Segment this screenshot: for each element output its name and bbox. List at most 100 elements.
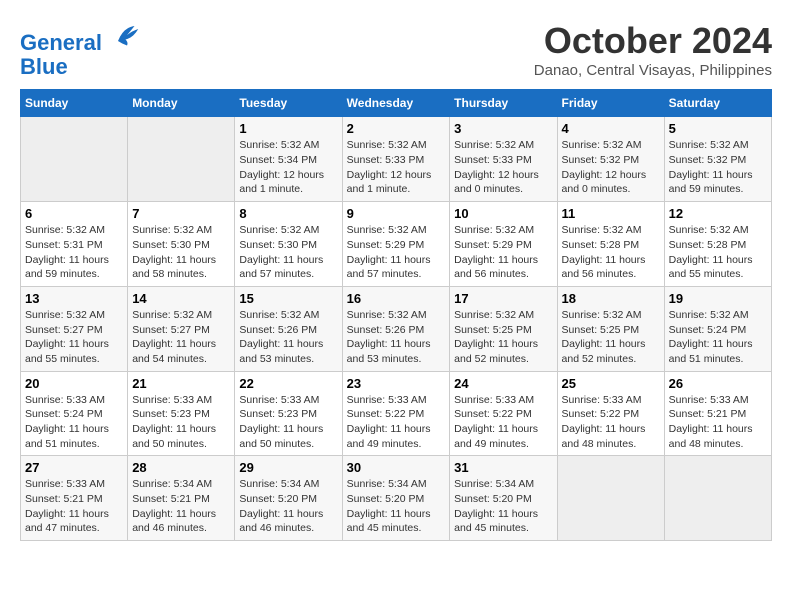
weekday-header-row: SundayMondayTuesdayWednesdayThursdayFrid… [21, 90, 772, 117]
calendar-cell: 15 Sunrise: 5:32 AM Sunset: 5:26 PM Dayli… [235, 286, 342, 371]
day-info: Sunrise: 5:32 AM Sunset: 5:31 PM Dayligh… [25, 223, 123, 282]
day-info: Sunrise: 5:32 AM Sunset: 5:29 PM Dayligh… [454, 223, 552, 282]
calendar-cell: 6 Sunrise: 5:32 AM Sunset: 5:31 PM Daylig… [21, 202, 128, 287]
day-number: 8 [239, 206, 337, 221]
day-number: 6 [25, 206, 123, 221]
day-number: 2 [347, 121, 446, 136]
day-number: 22 [239, 376, 337, 391]
day-info: Sunrise: 5:34 AM Sunset: 5:20 PM Dayligh… [454, 477, 552, 536]
day-number: 25 [562, 376, 660, 391]
calendar-cell [21, 117, 128, 202]
day-number: 1 [239, 121, 337, 136]
day-number: 4 [562, 121, 660, 136]
day-info: Sunrise: 5:33 AM Sunset: 5:22 PM Dayligh… [562, 393, 660, 452]
logo-blue: Blue [20, 55, 142, 79]
day-number: 9 [347, 206, 446, 221]
calendar-cell: 29 Sunrise: 5:34 AM Sunset: 5:20 PM Dayli… [235, 456, 342, 541]
day-number: 26 [669, 376, 767, 391]
weekday-header: Tuesday [235, 90, 342, 117]
page-header: General Blue October 2024 Danao, Central… [20, 20, 772, 79]
day-number: 23 [347, 376, 446, 391]
calendar-cell: 4 Sunrise: 5:32 AM Sunset: 5:32 PM Daylig… [557, 117, 664, 202]
day-info: Sunrise: 5:32 AM Sunset: 5:28 PM Dayligh… [562, 223, 660, 282]
day-number: 27 [25, 460, 123, 475]
calendar-cell: 20Sunrise: 5:33 AM Sunset: 5:24 PM Dayli… [21, 371, 128, 456]
day-info: Sunrise: 5:32 AM Sunset: 5:33 PM Dayligh… [347, 138, 446, 197]
day-info: Sunrise: 5:32 AM Sunset: 5:29 PM Dayligh… [347, 223, 446, 282]
calendar-cell: 10 Sunrise: 5:32 AM Sunset: 5:29 PM Dayli… [450, 202, 557, 287]
calendar-cell: 13 Sunrise: 5:32 AM Sunset: 5:27 PM Dayli… [21, 286, 128, 371]
day-number: 15 [239, 291, 337, 306]
day-number: 5 [669, 121, 767, 136]
calendar-cell: 17Sunrise: 5:32 AM Sunset: 5:25 PM Dayli… [450, 286, 557, 371]
day-number: 13 [25, 291, 123, 306]
calendar-cell: 1Sunrise: 5:32 AM Sunset: 5:34 PM Daylig… [235, 117, 342, 202]
calendar-cell: 30Sunrise: 5:34 AM Sunset: 5:20 PM Dayli… [342, 456, 450, 541]
day-info: Sunrise: 5:33 AM Sunset: 5:22 PM Dayligh… [347, 393, 446, 452]
day-info: Sunrise: 5:32 AM Sunset: 5:30 PM Dayligh… [132, 223, 230, 282]
calendar-cell: 25 Sunrise: 5:33 AM Sunset: 5:22 PM Dayli… [557, 371, 664, 456]
calendar-cell: 12 Sunrise: 5:32 AM Sunset: 5:28 PM Dayli… [664, 202, 771, 287]
day-info: Sunrise: 5:34 AM Sunset: 5:21 PM Dayligh… [132, 477, 230, 536]
day-info: Sunrise: 5:33 AM Sunset: 5:21 PM Dayligh… [669, 393, 767, 452]
weekday-header: Thursday [450, 90, 557, 117]
calendar-cell: 21Sunrise: 5:33 AM Sunset: 5:23 PM Dayli… [128, 371, 235, 456]
day-number: 12 [669, 206, 767, 221]
calendar-table: SundayMondayTuesdayWednesdayThursdayFrid… [20, 89, 772, 541]
day-info: Sunrise: 5:32 AM Sunset: 5:28 PM Dayligh… [669, 223, 767, 282]
calendar-cell: 9 Sunrise: 5:32 AM Sunset: 5:29 PM Daylig… [342, 202, 450, 287]
day-number: 28 [132, 460, 230, 475]
day-info: Sunrise: 5:32 AM Sunset: 5:32 PM Dayligh… [669, 138, 767, 197]
day-number: 3 [454, 121, 552, 136]
day-info: Sunrise: 5:32 AM Sunset: 5:26 PM Dayligh… [239, 308, 337, 367]
day-number: 30 [347, 460, 446, 475]
month-title: October 2024 [534, 20, 772, 62]
day-info: Sunrise: 5:34 AM Sunset: 5:20 PM Dayligh… [239, 477, 337, 536]
calendar-cell: 18 Sunrise: 5:32 AM Sunset: 5:25 PM Dayli… [557, 286, 664, 371]
day-info: Sunrise: 5:32 AM Sunset: 5:27 PM Dayligh… [25, 308, 123, 367]
weekday-header: Friday [557, 90, 664, 117]
calendar-cell: 3 Sunrise: 5:32 AM Sunset: 5:33 PM Daylig… [450, 117, 557, 202]
day-number: 18 [562, 291, 660, 306]
day-info: Sunrise: 5:32 AM Sunset: 5:26 PM Dayligh… [347, 308, 446, 367]
calendar-cell: 23 Sunrise: 5:33 AM Sunset: 5:22 PM Dayli… [342, 371, 450, 456]
day-number: 24 [454, 376, 552, 391]
weekday-header: Monday [128, 90, 235, 117]
calendar-cell: 19 Sunrise: 5:32 AM Sunset: 5:24 PM Dayli… [664, 286, 771, 371]
day-info: Sunrise: 5:32 AM Sunset: 5:25 PM Dayligh… [454, 308, 552, 367]
calendar-cell: 24 Sunrise: 5:33 AM Sunset: 5:22 PM Dayli… [450, 371, 557, 456]
day-number: 19 [669, 291, 767, 306]
calendar-cell: 16 Sunrise: 5:32 AM Sunset: 5:26 PM Dayli… [342, 286, 450, 371]
calendar-week-row: 1Sunrise: 5:32 AM Sunset: 5:34 PM Daylig… [21, 117, 772, 202]
day-info: Sunrise: 5:32 AM Sunset: 5:32 PM Dayligh… [562, 138, 660, 197]
location-title: Danao, Central Visayas, Philippines [534, 62, 772, 79]
calendar-week-row: 6 Sunrise: 5:32 AM Sunset: 5:31 PM Daylig… [21, 202, 772, 287]
day-info: Sunrise: 5:32 AM Sunset: 5:25 PM Dayligh… [562, 308, 660, 367]
calendar-cell: 8 Sunrise: 5:32 AM Sunset: 5:30 PM Daylig… [235, 202, 342, 287]
calendar-cell [128, 117, 235, 202]
calendar-cell: 2 Sunrise: 5:32 AM Sunset: 5:33 PM Daylig… [342, 117, 450, 202]
logo-general: General [20, 30, 102, 55]
day-number: 14 [132, 291, 230, 306]
day-number: 16 [347, 291, 446, 306]
calendar-cell [664, 456, 771, 541]
calendar-cell: 5 Sunrise: 5:32 AM Sunset: 5:32 PM Daylig… [664, 117, 771, 202]
day-number: 10 [454, 206, 552, 221]
day-info: Sunrise: 5:33 AM Sunset: 5:22 PM Dayligh… [454, 393, 552, 452]
day-info: Sunrise: 5:32 AM Sunset: 5:30 PM Dayligh… [239, 223, 337, 282]
day-number: 11 [562, 206, 660, 221]
calendar-cell: 14Sunrise: 5:32 AM Sunset: 5:27 PM Dayli… [128, 286, 235, 371]
day-info: Sunrise: 5:32 AM Sunset: 5:33 PM Dayligh… [454, 138, 552, 197]
logo-text: General [20, 20, 142, 55]
day-info: Sunrise: 5:32 AM Sunset: 5:24 PM Dayligh… [669, 308, 767, 367]
day-number: 29 [239, 460, 337, 475]
day-number: 31 [454, 460, 552, 475]
calendar-week-row: 27 Sunrise: 5:33 AM Sunset: 5:21 PM Dayli… [21, 456, 772, 541]
day-number: 20 [25, 376, 123, 391]
calendar-week-row: 13 Sunrise: 5:32 AM Sunset: 5:27 PM Dayli… [21, 286, 772, 371]
calendar-cell: 31 Sunrise: 5:34 AM Sunset: 5:20 PM Dayli… [450, 456, 557, 541]
calendar-cell: 11 Sunrise: 5:32 AM Sunset: 5:28 PM Dayli… [557, 202, 664, 287]
day-info: Sunrise: 5:33 AM Sunset: 5:23 PM Dayligh… [239, 393, 337, 452]
weekday-header: Wednesday [342, 90, 450, 117]
day-info: Sunrise: 5:33 AM Sunset: 5:21 PM Dayligh… [25, 477, 123, 536]
